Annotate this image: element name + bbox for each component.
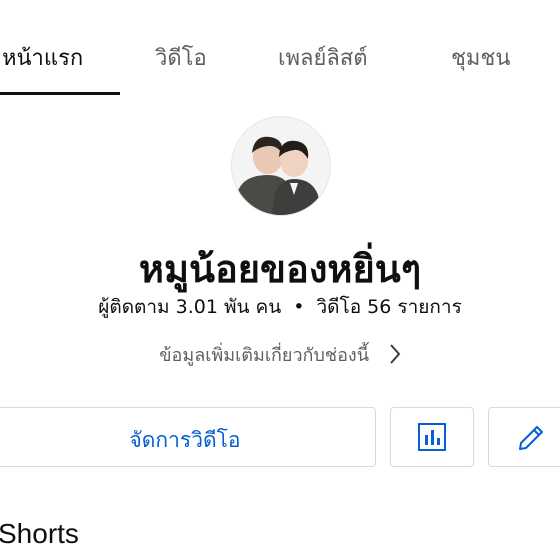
channel-name: หมูน้อยของหยิ่นๆ xyxy=(138,247,422,291)
tab-home[interactable]: หน้าแรก xyxy=(2,40,83,75)
edit-channel-button[interactable] xyxy=(488,407,560,467)
tab-playlists[interactable]: เพลย์ลิสต์ xyxy=(278,40,368,75)
more-info-label: ข้อมูลเพิ่มเติมเกี่ยวกับช่องนี้ xyxy=(159,345,370,366)
pencil-icon xyxy=(519,426,543,450)
manage-videos-button[interactable]: จัดการวิดีโอ xyxy=(0,407,376,467)
analytics-button[interactable] xyxy=(390,407,474,467)
active-tab-indicator xyxy=(0,92,120,95)
tab-videos[interactable]: วิดีโอ xyxy=(155,40,207,75)
more-about-channel-link[interactable]: ข้อมูลเพิ่มเติมเกี่ยวกับช่องนี้ xyxy=(0,340,560,370)
manage-videos-label: จัดการวิดีโอ xyxy=(129,428,241,452)
channel-tabs: หน้าแรก วิดีโอ เพลย์ลิสต์ ชุมชน xyxy=(0,0,560,96)
bar-chart-icon xyxy=(418,423,446,451)
chevron-right-icon xyxy=(389,343,401,370)
shorts-section-title: Shorts xyxy=(0,518,79,549)
avatar-photo xyxy=(232,117,330,215)
channel-avatar[interactable] xyxy=(231,116,331,216)
video-count: วิดีโอ 56 รายการ xyxy=(316,296,462,318)
subscriber-count: ผู้ติดตาม 3.01 พัน คน xyxy=(98,296,282,318)
tab-community[interactable]: ชุมชน xyxy=(451,40,510,75)
channel-stats: ผู้ติดตาม 3.01 พัน คน • วิดีโอ 56 รายการ xyxy=(0,292,560,322)
stats-separator: • xyxy=(293,296,305,318)
